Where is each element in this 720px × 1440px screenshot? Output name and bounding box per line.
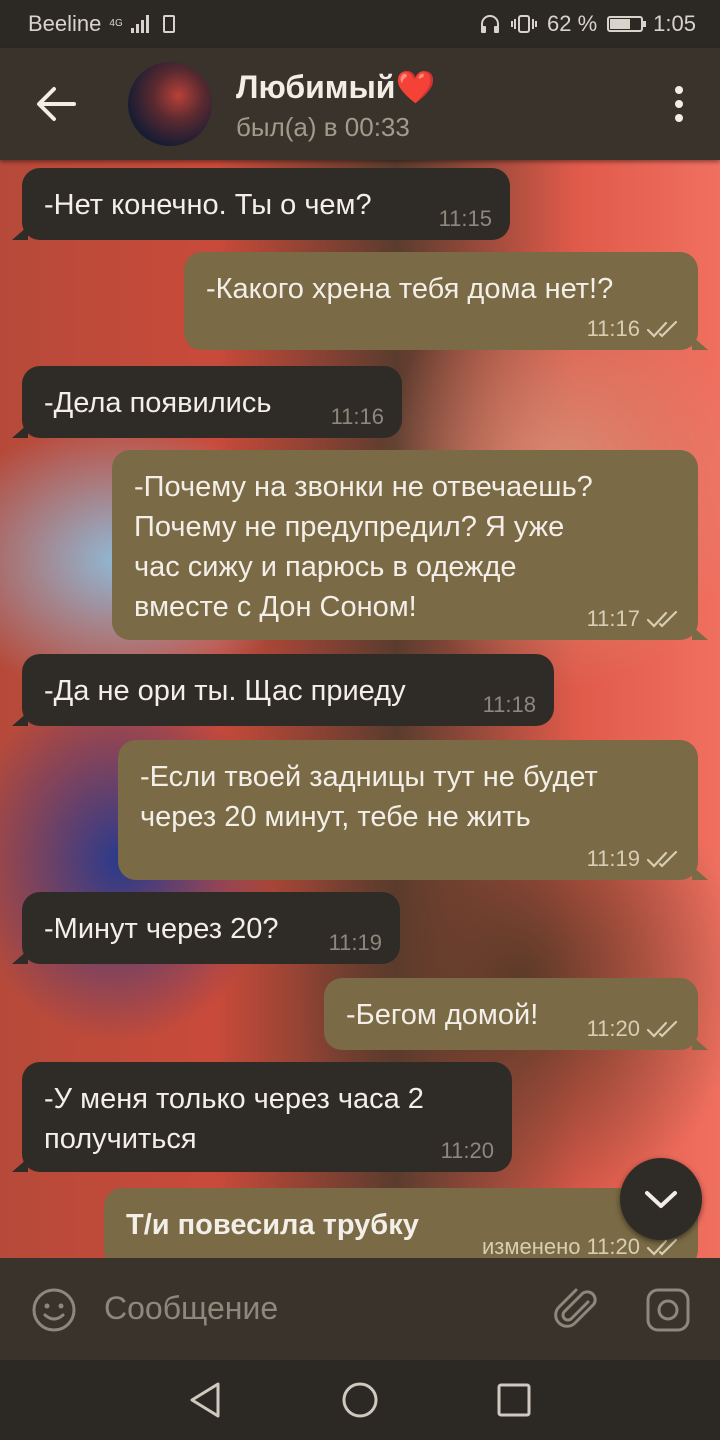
network-type: 4G [109,18,123,29]
nav-back-icon[interactable] [186,1380,226,1420]
message-outgoing[interactable]: Т/и повесила трубку изменено 11:20 [104,1188,708,1258]
contact-name[interactable]: Любимый❤️ [236,68,435,106]
message-time: 11:19 [586,846,640,871]
message-time: 11:16 [586,316,640,341]
message-text: -Почему на звонки не отвечаешь? Почему н… [134,471,593,623]
system-nav-bar [0,1360,720,1440]
chevron-down-icon [645,1191,677,1208]
double-check-icon [646,320,678,338]
message-text: -У меня только через часа 2 получиться [44,1083,424,1155]
message-text: -Какого хрена тебя дома нет!? [206,273,614,305]
carrier-label: Beeline [28,11,102,36]
message-outgoing[interactable]: -Бегом домой! 11:20 [324,978,708,1050]
more-vert-icon[interactable] [674,86,684,122]
chat-area[interactable]: -Нет конечно. Ты о чем? 11:15 -Какого хр… [0,160,720,1258]
nav-home-icon[interactable] [340,1380,380,1420]
message-outgoing[interactable]: -Почему на звонки не отвечаешь? Почему н… [112,450,708,640]
message-time: изменено 11:20 [481,1234,640,1258]
message-input[interactable]: Сообщение [104,1290,278,1327]
message-time: 11:20 [440,1138,494,1163]
message-outgoing[interactable]: -Какого хрена тебя дома нет!? 11:16 [184,252,708,350]
message-time: 11:15 [438,206,492,231]
clock: 1:05 [653,11,696,36]
last-seen: был(а) в 00:33 [236,112,410,142]
double-check-icon [646,850,678,868]
battery-percent: 62 % [547,11,598,36]
message-incoming[interactable]: -Дела появились 11:16 [12,366,402,438]
battery-icon [607,16,647,32]
message-outgoing[interactable]: -Если твоей задницы тут не будет через 2… [118,740,708,880]
signal-icon [130,15,149,33]
status-bar: Beeline 4G 62 % 1:05 [0,0,720,48]
arrow-left-icon[interactable] [34,84,78,124]
message-time: 11:20 [586,1016,640,1041]
message-time: 11:18 [482,692,536,717]
message-incoming[interactable]: -У меня только через часа 2 получиться 1… [12,1062,512,1172]
message-time: 11:16 [330,404,384,429]
headphones-icon [481,15,500,33]
avatar[interactable] [128,62,212,146]
message-incoming[interactable]: -Минут через 20? 11:19 [12,892,400,964]
chat-header: Любимый❤️ был(а) в 00:33 [0,48,720,160]
double-check-icon [646,1020,678,1038]
message-time: 11:19 [328,930,382,955]
sim-icon [162,15,175,33]
message-text: -Нет конечно. Ты о чем? [44,189,372,221]
message-incoming[interactable]: -Нет конечно. Ты о чем? 11:15 [12,168,510,240]
double-check-icon [646,610,678,628]
message-text: -Если твоей задницы тут не будет через 2… [140,761,598,833]
paperclip-icon[interactable] [554,1286,600,1334]
emoji-icon[interactable] [30,1286,78,1334]
nav-recents-icon[interactable] [494,1380,534,1420]
scroll-down-button[interactable] [620,1158,702,1240]
message-incoming[interactable]: -Да не ори ты. Щас приеду 11:18 [12,654,554,726]
vibrate-icon [511,15,538,33]
message-time: 11:17 [586,606,640,631]
message-text: -Да не ори ты. Щас приеду [44,675,406,707]
camera-icon[interactable] [644,1286,692,1334]
double-check-icon [646,1238,678,1256]
message-input-bar: Сообщение [0,1258,720,1360]
